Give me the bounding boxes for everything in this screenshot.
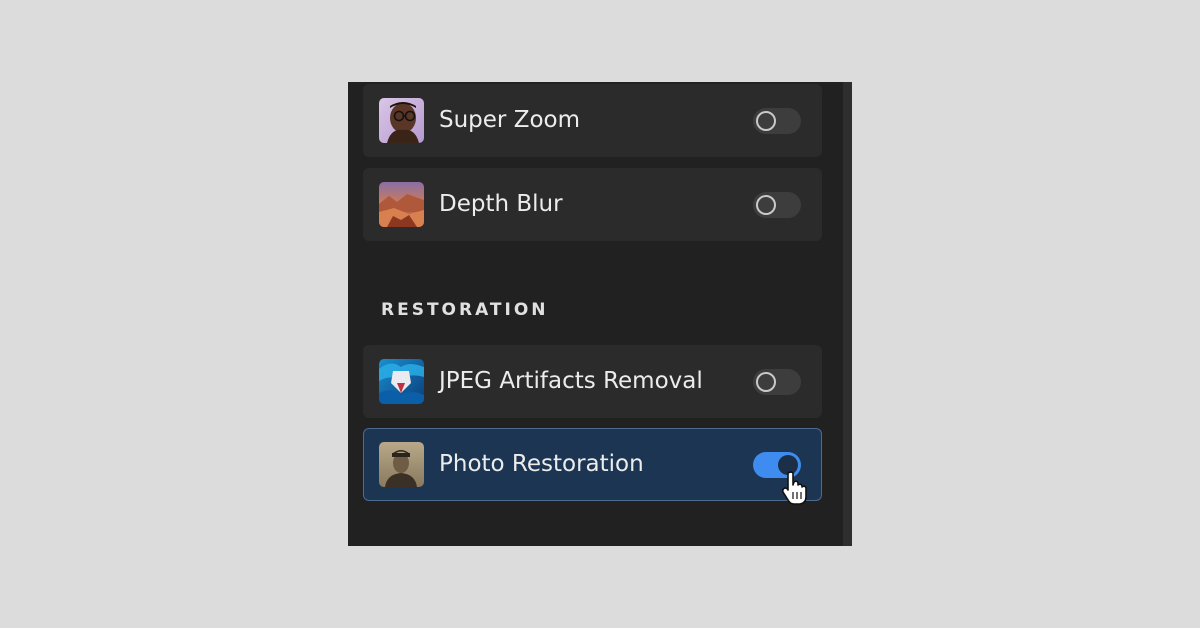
photo-restoration-thumbnail-icon: [379, 442, 424, 487]
depth-blur-toggle[interactable]: [753, 192, 801, 218]
filter-label-depth-blur: Depth Blur: [439, 191, 563, 217]
filter-label-super-zoom: Super Zoom: [439, 107, 580, 133]
super-zoom-thumbnail-icon: [379, 98, 424, 143]
filter-row-photo-restoration[interactable]: Photo Restoration: [363, 428, 822, 501]
filter-label-jpeg-artifacts-removal: JPEG Artifacts Removal: [439, 368, 703, 394]
toggle-knob: [756, 111, 776, 131]
toggle-knob: [756, 195, 776, 215]
filter-row-super-zoom[interactable]: Super Zoom: [363, 84, 822, 157]
depth-blur-thumbnail-icon: [379, 182, 424, 227]
jpeg-artifacts-removal-toggle[interactable]: [753, 369, 801, 395]
filter-row-jpeg-artifacts-removal[interactable]: JPEG Artifacts Removal: [363, 345, 822, 418]
jpeg-artifacts-thumbnail-icon: [379, 359, 424, 404]
filter-label-photo-restoration: Photo Restoration: [439, 451, 644, 477]
hand-pointer-icon: [778, 470, 814, 506]
super-zoom-toggle[interactable]: [753, 108, 801, 134]
panel-scrollbar[interactable]: [843, 82, 852, 546]
filter-row-depth-blur[interactable]: Depth Blur: [363, 168, 822, 241]
neural-filters-panel: Super Zoom Depth Blur RESTORATION JPEG A…: [348, 82, 852, 546]
toggle-knob: [756, 372, 776, 392]
restoration-section-heading: RESTORATION: [381, 300, 549, 320]
